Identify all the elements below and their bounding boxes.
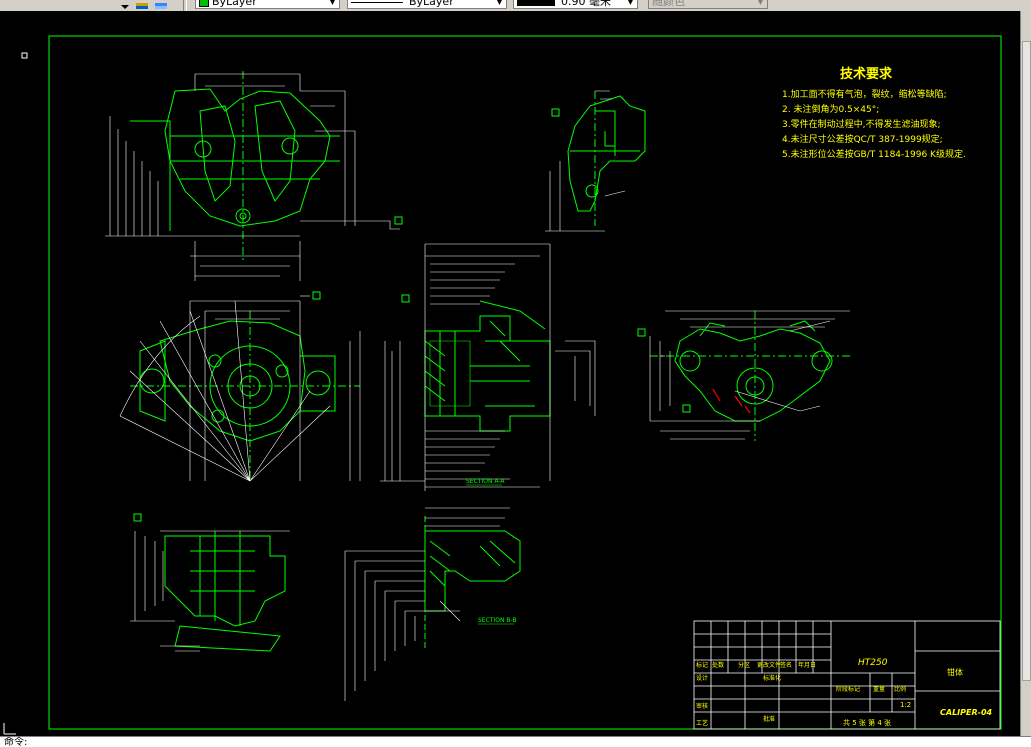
- chevron-down-icon[interactable]: ▼: [327, 0, 338, 7]
- svg-text:年月日: 年月日: [798, 661, 816, 669]
- svg-text:重量: 重量: [873, 685, 885, 693]
- part-code: CALIPER-04: [940, 708, 993, 717]
- chevron-down-icon[interactable]: ▼: [625, 0, 636, 7]
- linetype-preview: [351, 1, 403, 3]
- svg-text:处数: 处数: [712, 661, 724, 669]
- title-block-text: 标记 处数 分区 更改文件 签名 年月日 设计 标准化 审核 工艺 批准 阶段标…: [696, 658, 993, 727]
- cad-drawing: 技术要求 1.加工面不得有气泡，裂纹，缩松等缺陷; 2. 未注倒角为0.5×45…: [3, 35, 1002, 735]
- section-aa-view: [424, 300, 551, 432]
- color-control-value: ByLayer: [212, 0, 257, 8]
- view-bottom-left: [164, 531, 286, 652]
- layer-manager-icon[interactable]: [135, 0, 149, 9]
- svg-text:工艺: 工艺: [696, 719, 708, 727]
- view-right-dims: [649, 310, 850, 440]
- scrollbar-thumb[interactable]: [1022, 41, 1031, 681]
- note-4: 4.未注尺寸公差按QC/T 387-1999规定;: [782, 133, 943, 145]
- svg-text:阶段标记: 阶段标记: [836, 685, 860, 693]
- drawing-canvas[interactable]: 技术要求 1.加工面不得有气泡，裂纹，缩松等缺陷; 2. 未注倒角为0.5×45…: [0, 11, 1020, 736]
- part-name: 钳体: [947, 667, 963, 677]
- linetype-control-value: ByLayer: [409, 0, 454, 8]
- notes-title: 技术要求: [840, 66, 893, 82]
- chevron-down-icon[interactable]: ▼: [494, 0, 505, 7]
- color-control[interactable]: ByLayer ▼: [195, 0, 340, 9]
- view-side-middle-left: [130, 311, 360, 481]
- svg-text:分区: 分区: [738, 661, 750, 669]
- svg-text:设计: 设计: [696, 674, 708, 682]
- toolbar-separator: [183, 0, 187, 11]
- view-right: [650, 311, 850, 441]
- ucs-icon: [3, 723, 16, 735]
- section-bb-view: [424, 516, 521, 651]
- svg-text:签名: 签名: [780, 661, 792, 669]
- note-1: 1.加工面不得有气泡，裂纹，缩松等缺陷;: [782, 88, 947, 100]
- sheet-info: 共 5 张 第 4 张: [843, 718, 891, 727]
- note-3: 3.零件在制动过程中,不得发生滤油现象;: [782, 118, 940, 130]
- svg-text:比例: 比例: [894, 685, 906, 693]
- chevron-down-icon[interactable]: ▼: [755, 0, 766, 7]
- svg-text:更改文件: 更改文件: [757, 661, 781, 669]
- lineweight-control[interactable]: 0.90 毫米 ▼: [513, 0, 638, 9]
- plotstyle-control[interactable]: 随颜色 ▼: [648, 0, 768, 9]
- svg-text:标准化: 标准化: [763, 674, 781, 682]
- lineweight-preview: [517, 0, 555, 6]
- note-2: 2. 未注倒角为0.5×45°;: [782, 103, 879, 115]
- section-bb-label: SECTION B-B: [478, 617, 517, 624]
- ucs-marker: [21, 52, 28, 59]
- svg-text:批准: 批准: [763, 715, 775, 723]
- scale-value: 1:2: [900, 701, 911, 709]
- material: HT250: [858, 658, 888, 668]
- section-aa-dims: [380, 243, 596, 491]
- view-front-top-left: [130, 71, 340, 261]
- linetype-control[interactable]: ByLayer ▼: [347, 0, 507, 9]
- view-front-dims: [105, 73, 400, 281]
- command-prompt: 命令:: [4, 737, 28, 747]
- svg-text:标记: 标记: [696, 661, 708, 669]
- vertical-scrollbar[interactable]: [1020, 11, 1031, 736]
- view-top-center: [567, 91, 646, 226]
- layer-dropdown-arrow[interactable]: [118, 0, 132, 9]
- technical-notes: 技术要求 1.加工面不得有气泡，裂纹，缩松等缺陷; 2. 未注倒角为0.5×45…: [782, 66, 966, 160]
- svg-text:审核: 审核: [696, 702, 708, 710]
- section-aa-label: SECTION A-A: [466, 478, 505, 485]
- color-swatch: [199, 0, 209, 7]
- lineweight-control-value: 0.90 毫米: [561, 0, 611, 8]
- layer-previous-icon[interactable]: [154, 0, 168, 9]
- note-5: 5.未注形位公差按GB/T 1184-1996 K级规定.: [782, 148, 966, 160]
- section-bb-dims: [344, 507, 510, 701]
- plotstyle-control-value: 随颜色: [652, 0, 685, 8]
- command-line[interactable]: 命令:: [0, 736, 1031, 747]
